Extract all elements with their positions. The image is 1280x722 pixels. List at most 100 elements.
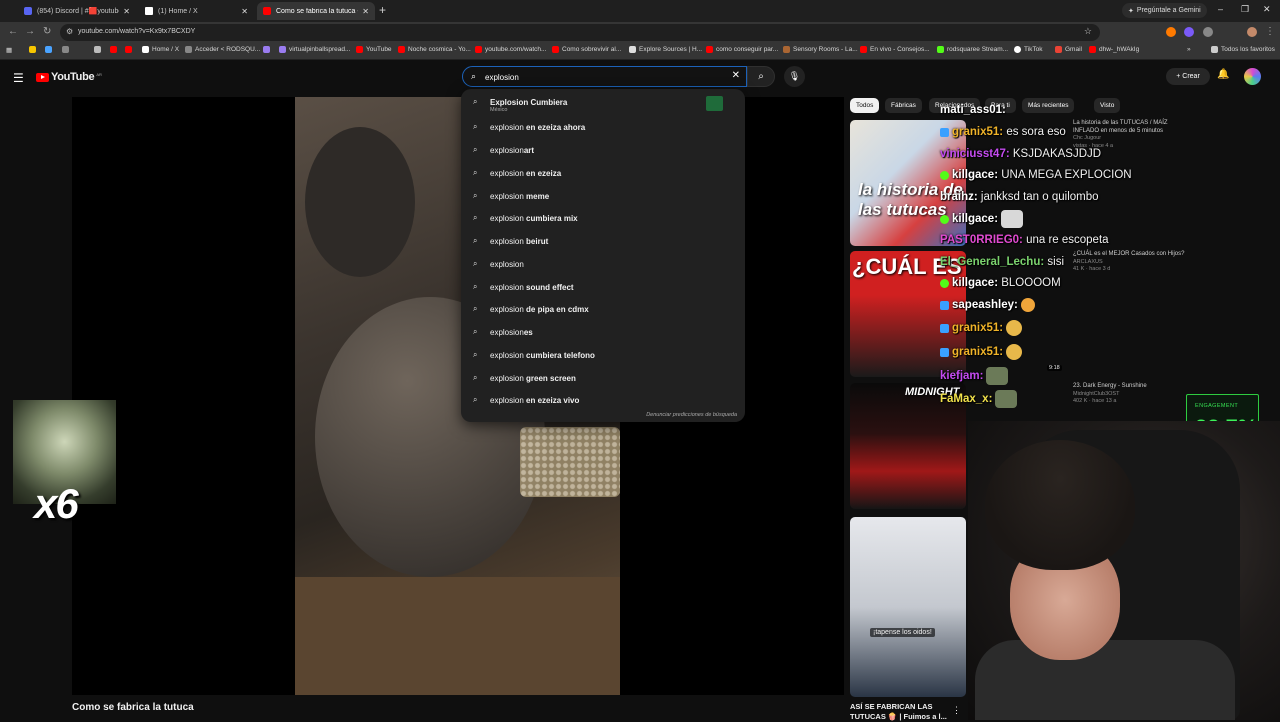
chip-factories[interactable]: Fábricas bbox=[885, 98, 922, 113]
bookmark-icon[interactable] bbox=[125, 46, 132, 53]
bookmark-item[interactable]: Sensory Rooms - La... bbox=[783, 46, 858, 53]
emote-icon bbox=[1006, 320, 1023, 336]
suggestion-item[interactable]: ⌕ explosion cumbiera telefono bbox=[461, 344, 745, 366]
bookmark-item[interactable]: Explore Sources | H... bbox=[629, 46, 702, 53]
bookmark-label: Como sobrevivir al... bbox=[562, 46, 622, 53]
suggestion-item[interactable]: ⌕ explosiones bbox=[461, 321, 745, 343]
search-icon: ⌕ bbox=[473, 97, 478, 106]
suggestion-completion: en ezeiza bbox=[523, 168, 562, 178]
bookmark-item[interactable]: Acceder < RODSQU... bbox=[185, 46, 260, 53]
duration-badge: 9:18 bbox=[1047, 365, 1062, 371]
forward-icon[interactable]: → bbox=[25, 26, 35, 37]
suggestion-item[interactable]: ⌕ explosion en ezeiza bbox=[461, 162, 745, 184]
bookmark-item[interactable]: dhw-_hWAkIg bbox=[1089, 46, 1139, 53]
report-predictions-link[interactable]: Denunciar predicciones de búsqueda bbox=[646, 412, 737, 418]
bookmark-item[interactable]: virtualpinballspread... bbox=[279, 46, 350, 53]
back-icon[interactable]: ← bbox=[8, 26, 18, 37]
suggestion-item[interactable]: ⌕ explosion en ezeiza vivo bbox=[461, 389, 745, 411]
recommended-thumbnail[interactable] bbox=[850, 517, 966, 697]
suggestion-item[interactable]: ⌕ Explosion Cumbiera México bbox=[461, 89, 745, 115]
bookmark-item[interactable]: rodsquaree Stream... bbox=[937, 46, 1008, 53]
bookmark-item[interactable]: Gmail bbox=[1055, 46, 1082, 53]
chat-message: PAST0RRIEG0: una re escopeta bbox=[940, 234, 1109, 246]
youtube-logo[interactable]: YouTube AR bbox=[36, 71, 102, 83]
search-box[interactable]: ⌕ ✕ bbox=[462, 66, 747, 87]
bookmark-item[interactable]: Como sobrevivir al... bbox=[552, 46, 621, 53]
bookmark-icon[interactable] bbox=[45, 46, 52, 53]
suggestion-item[interactable]: ⌕ explosion beirut bbox=[461, 230, 745, 252]
browser-menu-icon[interactable]: ⋮ bbox=[1265, 26, 1275, 37]
chip-watched[interactable]: Visto bbox=[1094, 98, 1121, 113]
suggestion-completion: beirut bbox=[523, 236, 549, 246]
voice-search-button[interactable]: 🎙 bbox=[784, 66, 805, 87]
apps-grid-icon[interactable]: ▦ bbox=[6, 46, 12, 54]
extensions-puzzle-icon[interactable] bbox=[1203, 27, 1213, 37]
bookmark-item[interactable]: Noche cosmica - Yo... bbox=[398, 46, 471, 53]
extension-icon[interactable] bbox=[1166, 27, 1176, 37]
youtube-icon bbox=[552, 46, 559, 53]
close-icon[interactable]: ✕ bbox=[123, 7, 130, 16]
more-options-icon[interactable]: ⋮ bbox=[952, 705, 961, 716]
browser-tab-youtube[interactable]: Como se fabrica la tutuca - Yo ✕ bbox=[257, 2, 375, 20]
chat-username: granix51: bbox=[952, 322, 1004, 334]
profile-icon[interactable] bbox=[1247, 27, 1257, 37]
recommended-meta[interactable]: La historia de las TUTUCAS / MAÍZ INFLAD… bbox=[1073, 120, 1193, 150]
recommended-meta[interactable]: ¿CUÁL es el MEJOR Casados con Hijos? ARC… bbox=[1073, 251, 1198, 274]
suggestion-item[interactable]: ⌕ explosionart bbox=[461, 139, 745, 161]
badge-icon bbox=[940, 278, 949, 288]
search-input[interactable] bbox=[485, 70, 715, 84]
more-bookmarks-icon[interactable]: » bbox=[1187, 46, 1191, 53]
suggestion-item[interactable]: ⌕ explosion meme bbox=[461, 185, 745, 207]
close-icon[interactable]: ✕ bbox=[362, 7, 369, 16]
bookmark-icon[interactable] bbox=[94, 46, 101, 53]
all-bookmarks-folder[interactable]: Todos los favoritos bbox=[1211, 46, 1275, 53]
search-icon: ⌕ bbox=[473, 373, 478, 382]
suggestion-completion: en ezeiza ahora bbox=[523, 122, 586, 132]
suggestion-item[interactable]: ⌕ explosion cumbiera mix bbox=[461, 207, 745, 229]
bookmark-item[interactable]: youtube.com/watch... bbox=[475, 46, 546, 53]
browser-tab-discord[interactable]: (854) Discord | #🟥youtube | li ✕ bbox=[18, 2, 136, 20]
bookmark-icon[interactable] bbox=[110, 46, 117, 53]
suggestion-item[interactable]: ⌕ explosion green screen bbox=[461, 367, 745, 389]
clear-search-icon[interactable]: ✕ bbox=[732, 70, 740, 81]
extension-icon[interactable] bbox=[1184, 27, 1194, 37]
bookmark-icon[interactable] bbox=[29, 46, 36, 53]
create-button[interactable]: + Crear bbox=[1166, 68, 1210, 85]
notifications-bell-icon[interactable]: 🔔 bbox=[1217, 69, 1229, 80]
recommended-meta[interactable]: 23. Dark Energy - Sunshine MidnightClub3… bbox=[1073, 383, 1198, 406]
chip-recent[interactable]: Más recientes bbox=[1022, 98, 1075, 113]
bookmark-item[interactable]: TikTok bbox=[1014, 46, 1043, 53]
menu-icon[interactable]: ☰ bbox=[13, 71, 24, 85]
browser-tab-x[interactable]: (1) Home / X ✕ bbox=[139, 2, 254, 20]
new-tab-button[interactable]: + bbox=[379, 3, 386, 17]
chip-all[interactable]: Todos bbox=[850, 98, 880, 113]
gemini-button[interactable]: ✦ Pregúntale a Gemini bbox=[1122, 3, 1207, 18]
avatar[interactable] bbox=[1244, 68, 1261, 85]
bookmark-item[interactable]: Home / X bbox=[142, 46, 179, 53]
suggestion-item[interactable]: ⌕ explosion en ezeiza ahora bbox=[461, 116, 745, 138]
maximize-button[interactable]: ❐ bbox=[1241, 4, 1249, 15]
close-icon[interactable]: ✕ bbox=[241, 7, 248, 16]
bookmark-item[interactable] bbox=[263, 46, 273, 53]
close-window-button[interactable]: ✕ bbox=[1263, 4, 1271, 15]
suggestion-item[interactable]: ⌕ explosion sound effect bbox=[461, 276, 745, 298]
bookmark-item[interactable]: como conseguir par... bbox=[706, 46, 778, 53]
suggestion-item[interactable]: ⌕ explosion bbox=[461, 253, 745, 275]
recommended-title[interactable]: ASÍ SE FABRICAN LAS TUTUCAS 🍿 | Fuimos a… bbox=[850, 702, 950, 722]
bookmark-item[interactable]: YouTube bbox=[356, 46, 392, 53]
site-info-icon[interactable]: ⚙ bbox=[66, 27, 73, 36]
reload-icon[interactable]: ↻ bbox=[43, 26, 51, 37]
address-bar[interactable]: ⚙ youtube.com/watch?v=Kx9tx7BCXDY ☆ bbox=[60, 24, 1100, 41]
youtube-icon bbox=[263, 7, 271, 15]
search-button[interactable]: ⌕ bbox=[747, 66, 775, 87]
emote-icon bbox=[1006, 344, 1023, 360]
chat-username: El_General_Lechu: bbox=[940, 256, 1045, 268]
bookmark-icon[interactable] bbox=[62, 46, 69, 53]
suggestion-item[interactable]: ⌕ explosion de pipa en cdmx bbox=[461, 298, 745, 320]
bookmark-item[interactable]: En vivo - Consejos... bbox=[860, 46, 930, 53]
minimize-button[interactable]: – bbox=[1218, 4, 1223, 14]
recommended-channel: ARCLAXUS bbox=[1073, 258, 1103, 265]
suggestion-completion: sound effect bbox=[523, 282, 574, 292]
suggestion-completion: cumbiera telefono bbox=[523, 350, 595, 360]
bookmark-star-icon[interactable]: ☆ bbox=[1084, 26, 1092, 37]
